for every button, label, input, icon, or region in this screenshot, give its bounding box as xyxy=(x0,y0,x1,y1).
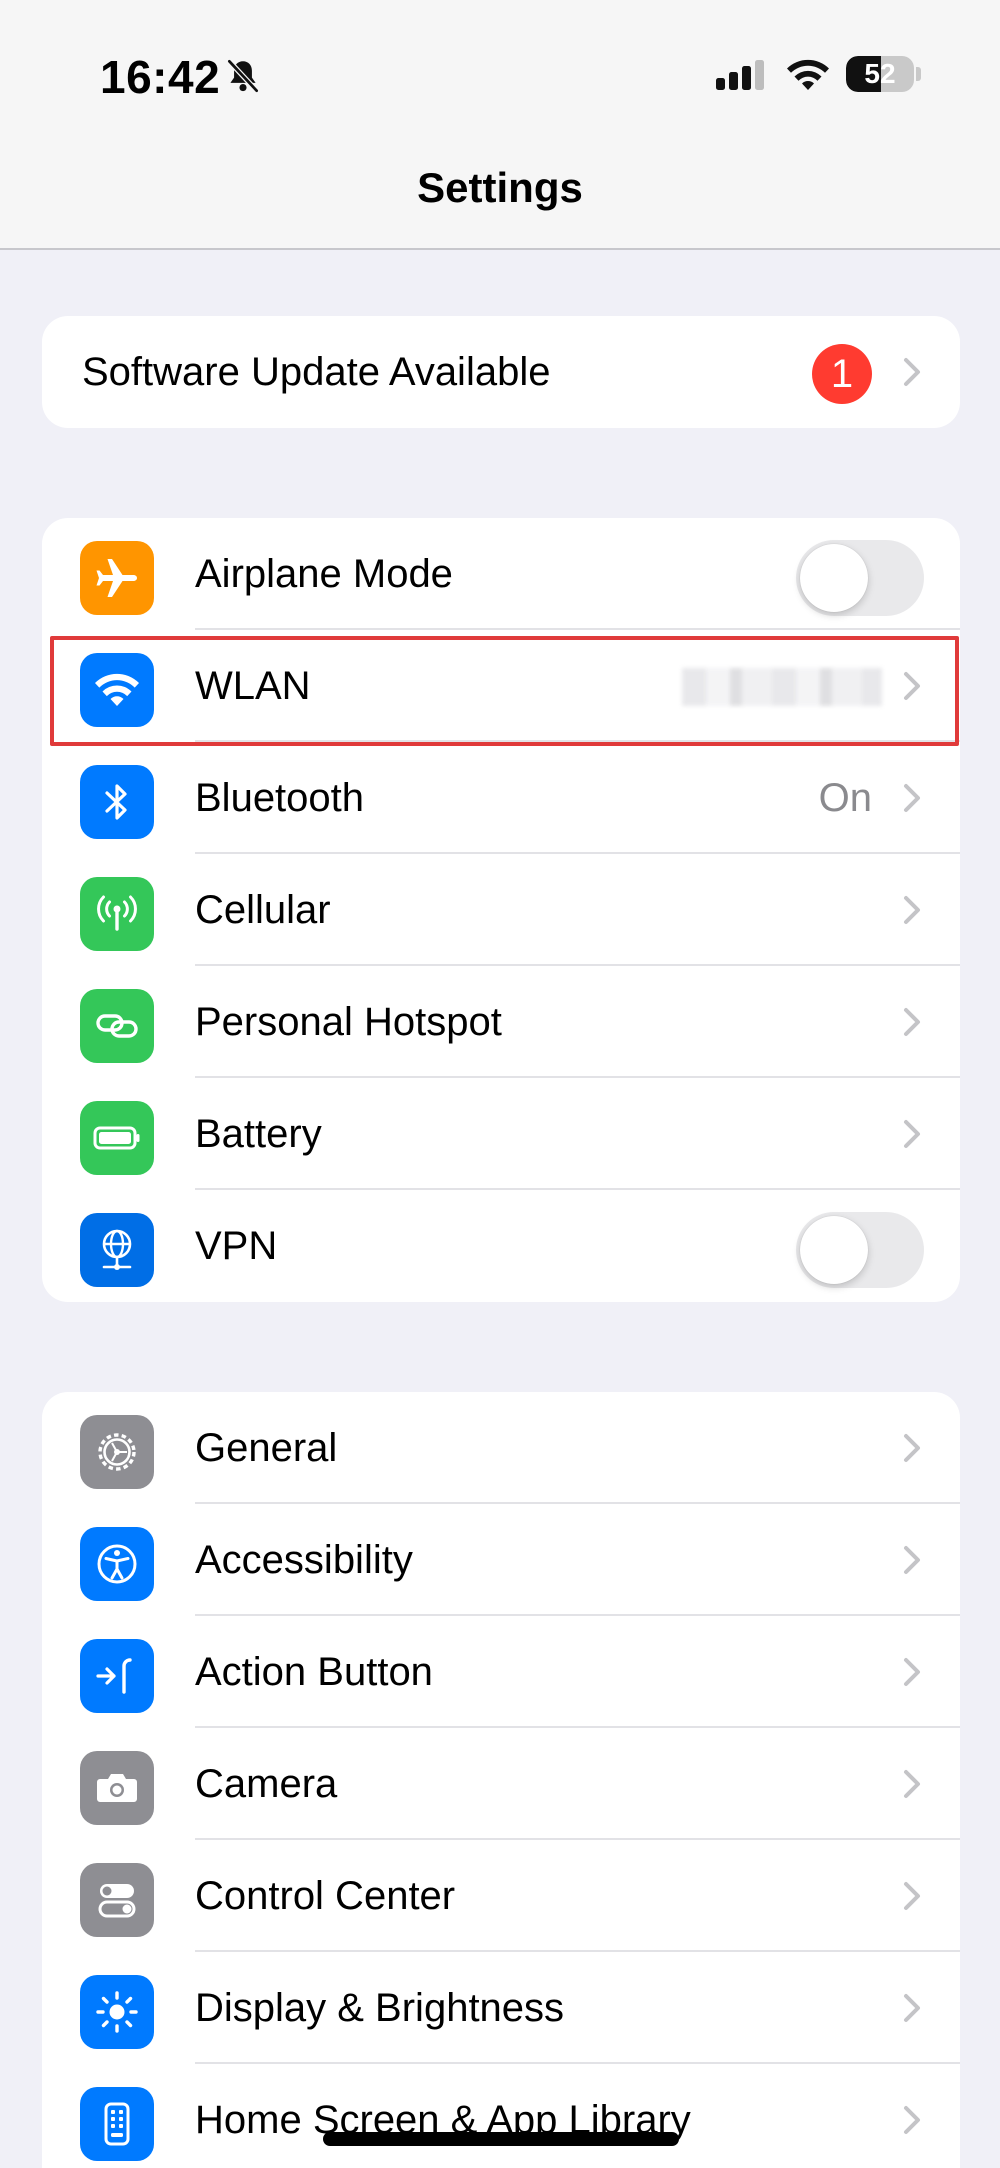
chevron-right-icon xyxy=(904,1658,920,1686)
software-update-group: Software Update Available 1 xyxy=(42,316,960,428)
settings-row-label: Camera xyxy=(195,1762,338,1806)
chevron-right-icon xyxy=(904,672,920,700)
switches-icon xyxy=(80,1863,154,1937)
wlan-network-name-redacted xyxy=(682,668,882,706)
system-settings-group: General Accessibility Action Button Came… xyxy=(42,1392,960,2168)
settings-row-vpn[interactable]: VPN xyxy=(42,1190,960,1302)
battery-icon: 52 xyxy=(846,56,914,92)
chevron-right-icon xyxy=(904,1434,920,1462)
cellular-signal-icon xyxy=(716,60,764,90)
settings-row-label: Cellular xyxy=(195,888,331,932)
battery-tip xyxy=(916,67,921,81)
settings-row-label: WLAN xyxy=(195,664,311,708)
camera-icon xyxy=(80,1751,154,1825)
accessibility-icon xyxy=(80,1527,154,1601)
settings-row-label: Personal Hotspot xyxy=(195,1000,502,1044)
settings-row-label: Bluetooth xyxy=(195,776,365,820)
settings-row-label: Action Button xyxy=(195,1650,433,1694)
globe-icon xyxy=(80,1213,154,1287)
settings-row-label: Control Center xyxy=(195,1874,456,1918)
settings-row-label: Display & Brightness xyxy=(195,1986,565,2030)
bluetooth-status-value: On xyxy=(818,776,872,820)
bell-slash-icon xyxy=(227,59,259,93)
phone-grid-icon xyxy=(80,2087,154,2161)
chevron-right-icon xyxy=(904,1770,920,1798)
settings-row-home-screen[interactable]: Home Screen & App Library xyxy=(42,2064,960,2168)
settings-row-battery[interactable]: Battery xyxy=(42,1078,960,1190)
chevron-right-icon xyxy=(904,2106,920,2134)
connectivity-group: Airplane Mode WLAN Bluetooth On Cellular xyxy=(42,518,960,1302)
software-update-row[interactable]: Software Update Available 1 xyxy=(42,316,960,428)
vpn-toggle[interactable] xyxy=(796,1212,924,1288)
chevron-right-icon xyxy=(904,896,920,924)
link-icon xyxy=(80,989,154,1063)
settings-row-label: Home Screen & App Library xyxy=(195,2098,691,2142)
settings-row-general[interactable]: General xyxy=(42,1392,960,1504)
chevron-right-icon xyxy=(904,358,920,386)
settings-row-airplane-mode[interactable]: Airplane Mode xyxy=(42,518,960,630)
status-time: 16:42 xyxy=(100,51,221,103)
gear-icon xyxy=(80,1415,154,1489)
top-bar: 16:42 52 Settings xyxy=(0,0,1000,250)
settings-row-label: Airplane Mode xyxy=(195,552,453,596)
chevron-right-icon xyxy=(904,1120,920,1148)
settings-row-label: VPN xyxy=(195,1224,278,1268)
settings-row-display-brightness[interactable]: Display & Brightness xyxy=(42,1952,960,2064)
settings-row-label: Battery xyxy=(195,1112,322,1156)
wifi-icon xyxy=(80,653,154,727)
sun-icon xyxy=(80,1975,154,2049)
chevron-right-icon xyxy=(904,1008,920,1036)
bluetooth-icon xyxy=(80,765,154,839)
notification-badge: 1 xyxy=(812,344,872,404)
settings-row-personal-hotspot[interactable]: Personal Hotspot xyxy=(42,966,960,1078)
settings-row-action-button[interactable]: Action Button xyxy=(42,1616,960,1728)
software-update-label: Software Update Available xyxy=(82,350,551,394)
chevron-right-icon xyxy=(904,1994,920,2022)
settings-row-label: General xyxy=(195,1426,338,1470)
airplane-icon xyxy=(80,541,154,615)
airplane-mode-toggle[interactable] xyxy=(796,540,924,616)
settings-row-label: Accessibility xyxy=(195,1538,413,1582)
chevron-right-icon xyxy=(904,1546,920,1574)
action-button-icon xyxy=(80,1639,154,1713)
chevron-right-icon xyxy=(904,784,920,812)
toggle-knob xyxy=(800,544,868,612)
settings-row-cellular[interactable]: Cellular xyxy=(42,854,960,966)
page-title: Settings xyxy=(417,164,583,211)
antenna-icon xyxy=(80,877,154,951)
settings-row-control-center[interactable]: Control Center xyxy=(42,1840,960,1952)
chevron-right-icon xyxy=(904,1882,920,1910)
settings-row-wlan[interactable]: WLAN xyxy=(42,630,960,742)
battery-icon xyxy=(80,1101,154,1175)
wifi-icon xyxy=(787,59,829,90)
settings-row-accessibility[interactable]: Accessibility xyxy=(42,1504,960,1616)
toggle-knob xyxy=(800,1216,868,1284)
settings-row-bluetooth[interactable]: Bluetooth On xyxy=(42,742,960,854)
home-indicator[interactable] xyxy=(323,2132,679,2146)
settings-row-camera[interactable]: Camera xyxy=(42,1728,960,1840)
